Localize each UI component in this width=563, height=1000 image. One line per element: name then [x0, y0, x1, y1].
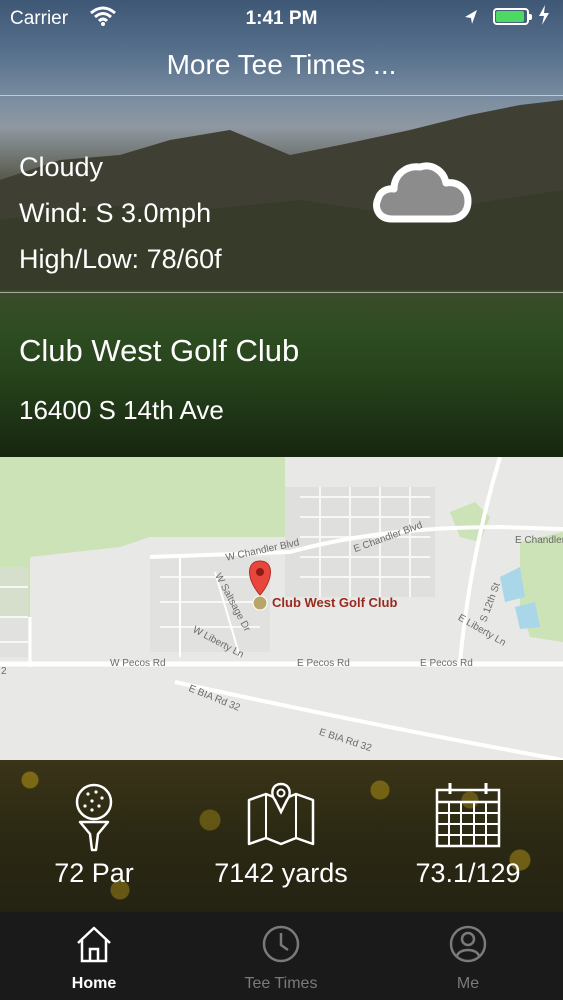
club-address: 16400 S 14th Ave	[19, 395, 224, 425]
location-arrow-icon	[463, 8, 479, 32]
club-name: Club West Golf Club	[19, 333, 300, 368]
map-place-label: Club West Golf Club	[272, 595, 398, 610]
stat-par-label: 72 Par	[54, 858, 134, 888]
street-label: E Pecos Rd	[420, 658, 473, 669]
divider	[0, 292, 563, 293]
status-bar: Carrier 1:41 PM	[0, 0, 563, 36]
more-tee-times-button[interactable]: More Tee Times ...	[0, 36, 563, 94]
cloud-icon	[370, 155, 474, 232]
map-pin-icon	[187, 780, 375, 852]
tab-tee-times-label: Tee Times	[244, 975, 318, 992]
home-icon	[77, 926, 111, 963]
stat-par: 72 Par	[0, 780, 188, 889]
calendar-icon	[374, 780, 562, 852]
tab-bar: Home Tee Times Me	[0, 912, 563, 1000]
stat-yards: 7142 yards	[187, 780, 375, 889]
tab-tee-times[interactable]: Tee Times	[187, 924, 375, 993]
street-label: E Chandler	[515, 535, 563, 546]
tab-me-label: Me	[456, 975, 480, 992]
course-stats: 72 Par 7142 yards 73.1/129	[0, 760, 563, 912]
street-label: E Pecos Rd	[297, 658, 350, 669]
clock-icon	[262, 925, 300, 963]
street-label: W Pecos Rd	[110, 658, 166, 669]
divider	[0, 95, 563, 96]
weather-info: Cloudy Wind: S 3.0mph High/Low: 78/60f	[19, 144, 222, 282]
tab-home[interactable]: Home	[0, 924, 188, 993]
stat-rating-label: 73.1/129	[415, 858, 521, 888]
weather-condition: Cloudy	[19, 152, 104, 182]
golf-ball-on-tee-icon	[0, 780, 188, 852]
stat-yards-label: 7142 yards	[214, 858, 348, 888]
charging-icon	[538, 5, 550, 30]
tab-home-label: Home	[71, 975, 117, 992]
weather-high-low: High/Low: 78/60f	[19, 244, 222, 274]
user-icon	[449, 925, 487, 963]
stat-rating: 73.1/129	[374, 780, 562, 889]
weather-wind: Wind: S 3.0mph	[19, 198, 212, 228]
tab-me[interactable]: Me	[374, 924, 562, 993]
battery-icon	[493, 8, 532, 25]
street-label: 2	[1, 666, 7, 677]
